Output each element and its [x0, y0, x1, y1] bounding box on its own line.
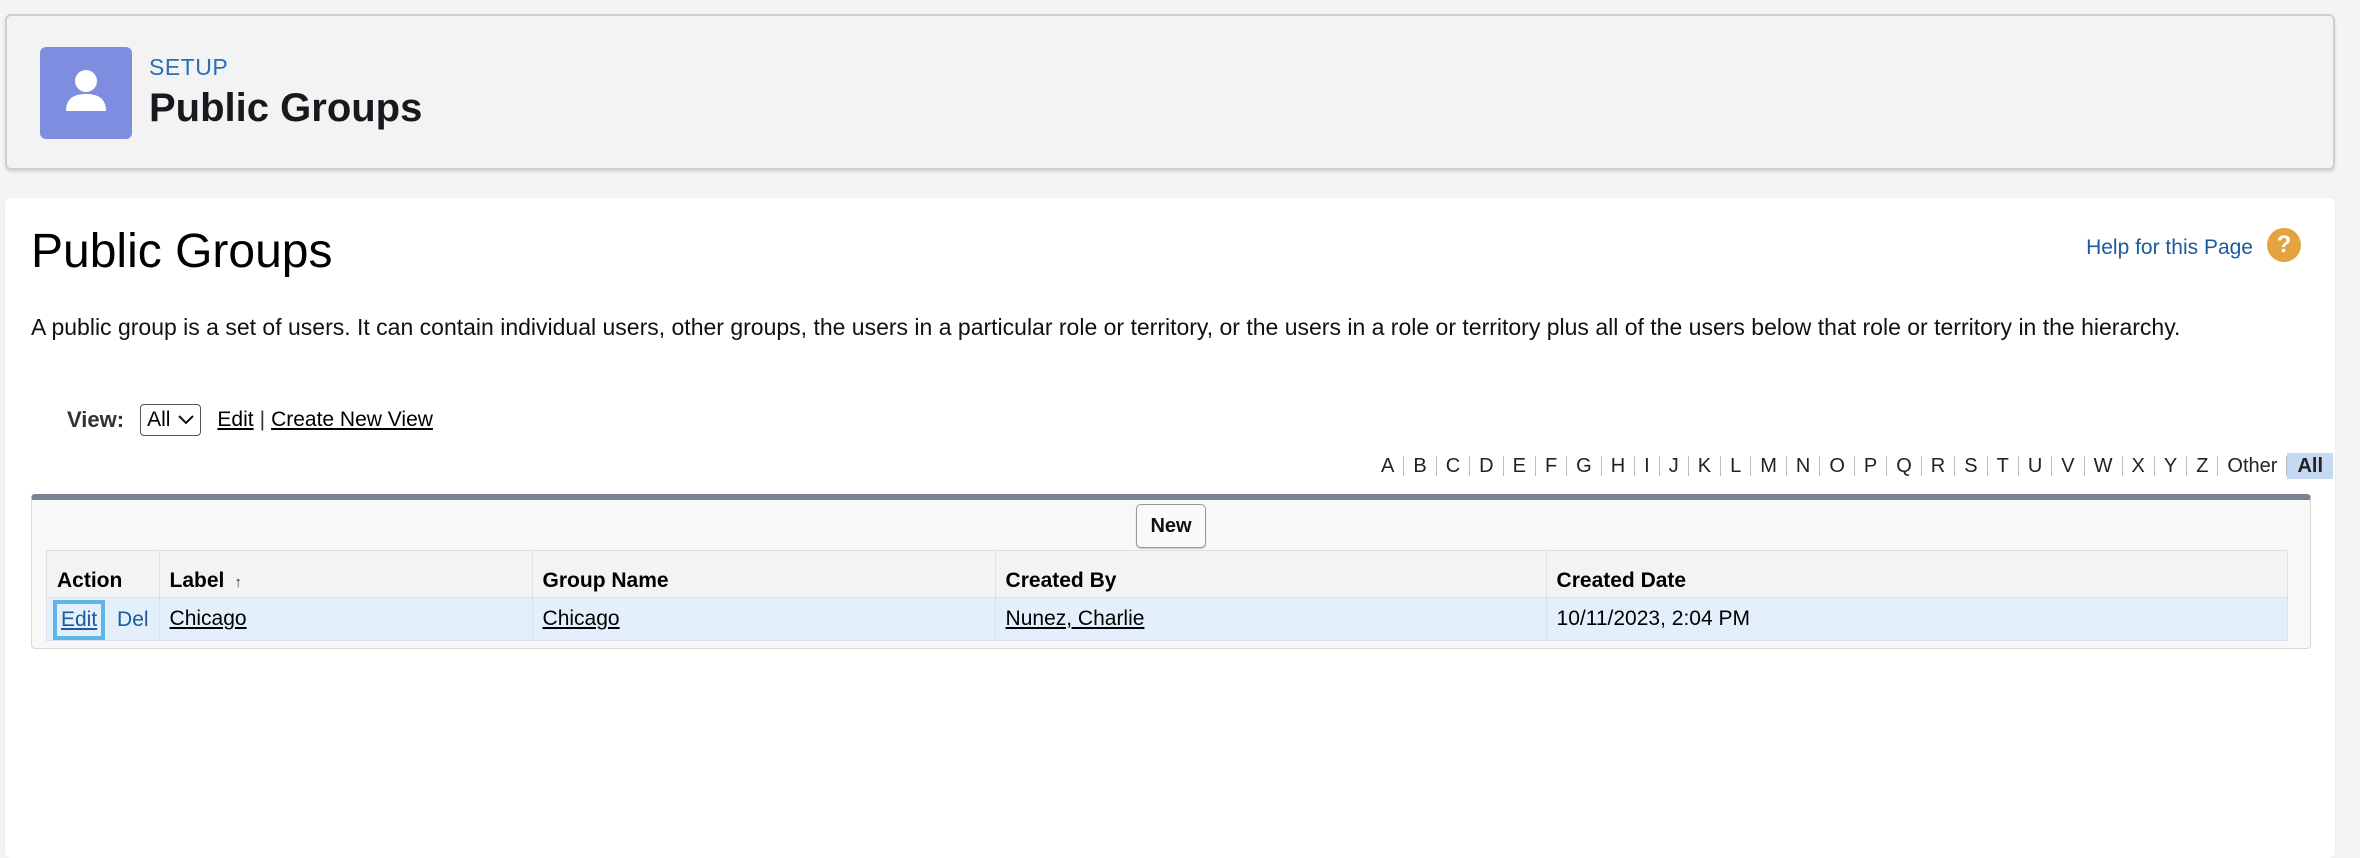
column-header-group-name[interactable]: Group Name	[531, 550, 996, 598]
alphabet-filter-q[interactable]: Q	[1887, 456, 1922, 476]
alphabet-filter-o[interactable]: O	[1820, 456, 1855, 476]
view-label: View:	[67, 407, 125, 432]
alphabet-filter-w[interactable]: W	[2085, 456, 2123, 476]
table-header-row: Action Label ↑ Group Name Created By Crea…	[46, 550, 2289, 598]
alphabet-filter-j[interactable]: J	[1660, 456, 1689, 476]
setup-header: SETUP Public Groups	[5, 14, 2335, 170]
column-header-created-by[interactable]: Created By	[994, 550, 1547, 598]
alphabet-filter-a[interactable]: A	[1372, 456, 1405, 476]
user-icon	[40, 47, 132, 139]
main-content: Public Groups Help for this Page ? A pub…	[5, 198, 2335, 858]
alphabet-filter-u[interactable]: U	[2019, 456, 2053, 476]
alphabet-filter-p[interactable]: P	[1855, 456, 1888, 476]
view-separator: |	[259, 408, 266, 431]
group-name-link[interactable]: Chicago	[543, 607, 620, 630]
create-new-view-link[interactable]: Create New View	[271, 408, 433, 432]
action-cell: Edit Del	[46, 597, 160, 641]
alphabet-filter-all[interactable]: All	[2287, 453, 2333, 479]
alphabet-filter-r[interactable]: R	[1922, 456, 1956, 476]
view-select-value: All	[147, 408, 171, 431]
alphabet-filter-other[interactable]: Other	[2218, 456, 2288, 476]
group-name-cell: Chicago	[531, 597, 996, 641]
sort-ascending-icon: ↑	[234, 574, 242, 591]
column-header-label-text: Label	[169, 569, 225, 592]
alphabet-filter-z[interactable]: Z	[2187, 456, 2219, 476]
chevron-down-icon	[178, 412, 195, 428]
label-link[interactable]: Chicago	[170, 607, 247, 630]
del-link[interactable]: Del	[117, 608, 149, 631]
header-title: Public Groups	[149, 86, 423, 130]
list-view: New Action Label ↑ Group Name Created By …	[31, 494, 2311, 649]
groups-table: Action Label ↑ Group Name Created By Crea…	[46, 550, 2289, 641]
page-description: A public group is a set of users. It can…	[31, 314, 2181, 340]
help-icon[interactable]: ?	[2267, 228, 2301, 262]
alphabet-filter-m[interactable]: M	[1751, 456, 1787, 476]
view-select[interactable]: All	[140, 404, 202, 436]
alphabet-filter-h[interactable]: H	[1602, 456, 1636, 476]
column-header-action: Action	[46, 550, 160, 598]
alphabet-filter-n[interactable]: N	[1787, 456, 1821, 476]
alphabet-filter: A B C D E F G H I J K L M N O P Q R S T U V W X Y Z Other All	[1372, 453, 2333, 479]
new-button[interactable]: New	[1136, 504, 1206, 548]
alphabet-filter-s[interactable]: S	[1955, 456, 1988, 476]
alphabet-filter-f[interactable]: F	[1536, 456, 1568, 476]
column-header-label[interactable]: Label ↑	[158, 550, 533, 598]
created-by-cell: Nunez, Charlie	[994, 597, 1547, 641]
alphabet-filter-y[interactable]: Y	[2155, 456, 2188, 476]
created-by-link[interactable]: Nunez, Charlie	[1006, 607, 1145, 630]
alphabet-filter-k[interactable]: K	[1689, 456, 1722, 476]
edit-view-link[interactable]: Edit	[217, 408, 253, 432]
table-row: Edit Del Chicago Chicago Nunez, Charlie …	[46, 597, 2289, 641]
alphabet-filter-x[interactable]: X	[2123, 456, 2155, 476]
edit-link[interactable]: Edit	[53, 600, 106, 640]
view-controls: View: All Edit | Create New View	[67, 404, 433, 436]
alphabet-filter-b[interactable]: B	[1404, 456, 1437, 476]
label-cell: Chicago	[158, 597, 533, 641]
created-date-cell: 10/11/2023, 2:04 PM	[1545, 597, 2289, 641]
alphabet-filter-t[interactable]: T	[1988, 456, 2019, 476]
help-link[interactable]: Help for this Page	[2086, 236, 2253, 260]
alphabet-filter-g[interactable]: G	[1567, 456, 1602, 476]
alphabet-filter-i[interactable]: I	[1635, 456, 1660, 476]
setup-label: SETUP	[149, 54, 229, 80]
page-title: Public Groups	[31, 225, 333, 278]
alphabet-filter-c[interactable]: C	[1437, 456, 1471, 476]
alphabet-filter-e[interactable]: E	[1504, 456, 1536, 476]
alphabet-filter-v[interactable]: V	[2052, 456, 2085, 476]
alphabet-filter-l[interactable]: L	[1721, 456, 1752, 476]
column-header-created-date[interactable]: Created Date	[1545, 550, 2289, 598]
alphabet-filter-d[interactable]: D	[1470, 456, 1504, 476]
